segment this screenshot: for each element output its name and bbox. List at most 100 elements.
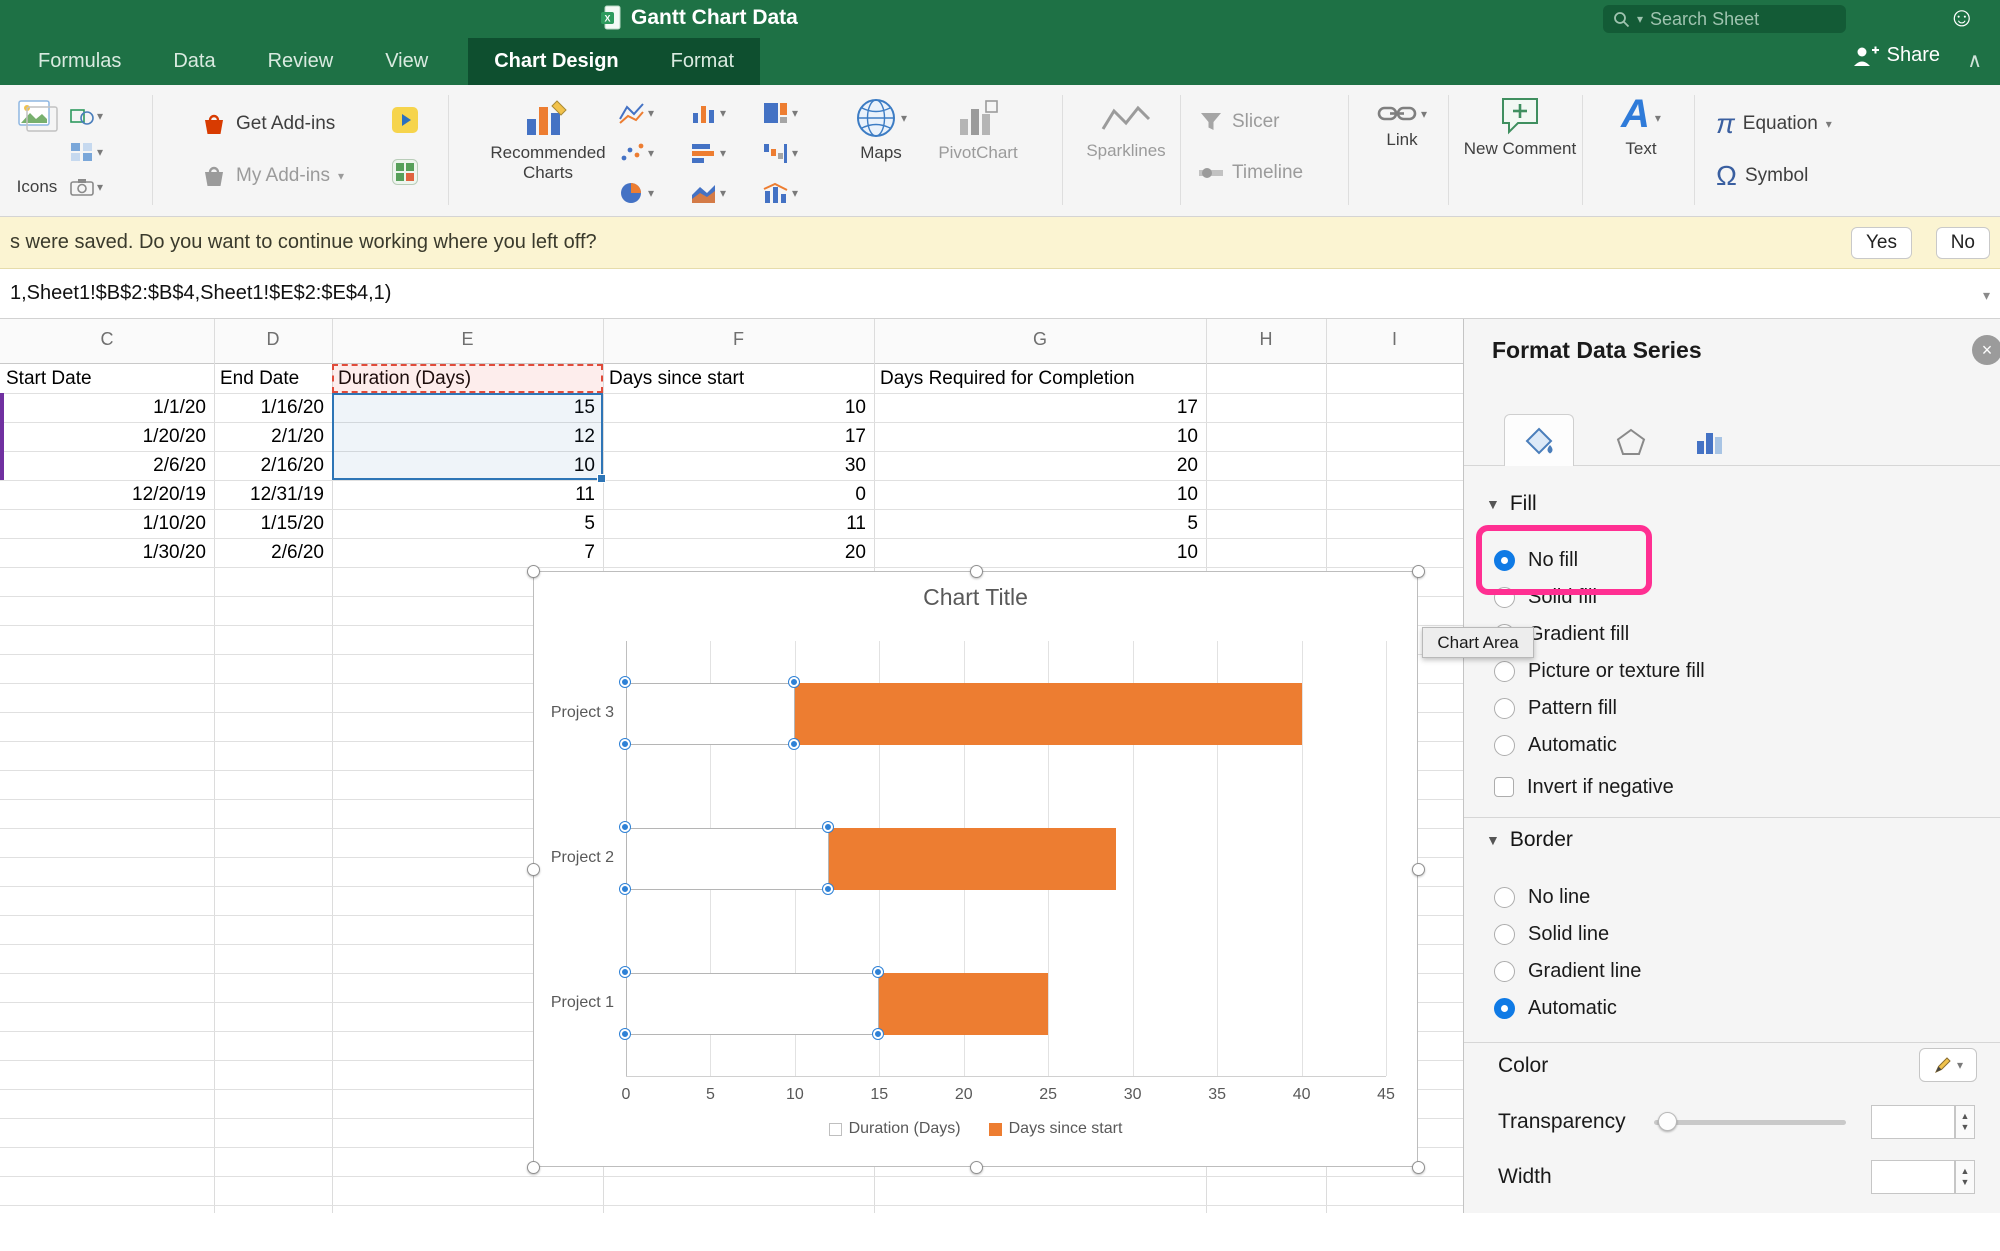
text-button[interactable]: A ▾ Text xyxy=(1598,93,1684,159)
data-cell[interactable]: 10 xyxy=(874,538,1206,567)
fill-section-header[interactable]: ▼ Fill xyxy=(1486,489,1537,519)
border-option-gradient-line[interactable]: Gradient line xyxy=(1494,954,1641,988)
radio-selected-icon[interactable] xyxy=(1494,550,1515,571)
checkbox-unchecked-icon[interactable] xyxy=(1494,777,1514,797)
chart-selection-handle[interactable] xyxy=(970,565,983,578)
data-cell[interactable]: 2/1/20 xyxy=(214,422,332,451)
column-header-F[interactable]: F xyxy=(603,329,874,350)
transparency-slider[interactable] xyxy=(1654,1120,1846,1125)
link-button[interactable]: ▾ Link xyxy=(1362,101,1442,150)
symbol-button[interactable]: Ω Symbol xyxy=(1716,160,1808,192)
step-down-icon[interactable]: ▼ xyxy=(1961,1122,1970,1133)
slider-knob[interactable] xyxy=(1658,1112,1677,1131)
my-addins-button[interactable]: My Add-ins ▾ xyxy=(200,162,344,190)
chart-selection-handle[interactable] xyxy=(970,1161,983,1174)
maps-button[interactable]: ▾ Maps xyxy=(845,97,917,163)
radio-icon[interactable] xyxy=(1494,587,1515,608)
data-cell[interactable]: 12/31/19 xyxy=(214,480,332,509)
bar-duration-days[interactable] xyxy=(626,973,879,1035)
smartart-button[interactable]: ▾ xyxy=(70,141,103,163)
chart-selection-handle[interactable] xyxy=(1412,863,1425,876)
slicer-button[interactable]: Slicer xyxy=(1198,110,1280,134)
panel-tab-fill-line[interactable] xyxy=(1504,414,1574,466)
collapse-ribbon-icon[interactable]: ∧ xyxy=(1967,48,1982,73)
bar-days-since-start[interactable] xyxy=(795,683,1302,745)
step-down-icon[interactable]: ▼ xyxy=(1961,1177,1970,1188)
hierarchy-chart-button[interactable]: ▾ xyxy=(762,101,798,125)
feedback-smiley-icon[interactable]: ☺ xyxy=(1948,2,1976,33)
data-cell[interactable]: 17 xyxy=(603,422,874,451)
header-cell[interactable]: Start Date xyxy=(0,364,214,393)
data-cell[interactable]: 5 xyxy=(332,509,603,538)
data-cell[interactable]: 10 xyxy=(874,480,1206,509)
fill-option-pattern-fill[interactable]: Pattern fill xyxy=(1494,691,1617,725)
column-header-D[interactable]: D xyxy=(214,329,332,350)
line-chart-button[interactable]: ▾ xyxy=(618,101,654,125)
column-header-H[interactable]: H xyxy=(1206,329,1326,350)
chart-source-range-selection[interactable] xyxy=(332,393,603,480)
data-cell[interactable]: 11 xyxy=(332,480,603,509)
data-cell[interactable]: 11 xyxy=(603,509,874,538)
area-chart-button[interactable]: ▾ xyxy=(690,181,726,205)
column-chart-button[interactable]: ▾ xyxy=(690,101,726,125)
stepper-buttons[interactable]: ▲▼ xyxy=(1955,1105,1975,1139)
data-cell[interactable]: 10 xyxy=(603,393,874,422)
invert-if-negative-option[interactable]: Invert if negative xyxy=(1494,770,1674,804)
fill-option-picture-or-texture-fill[interactable]: Picture or texture fill xyxy=(1494,654,1705,688)
data-cell[interactable]: 5 xyxy=(874,509,1206,538)
data-cell[interactable]: 1/10/20 xyxy=(0,509,214,538)
ribbon-tab-data[interactable]: Data xyxy=(147,38,241,85)
ribbon-tab-view[interactable]: View xyxy=(359,38,454,85)
data-cell[interactable]: 17 xyxy=(874,393,1206,422)
ribbon-tab-review[interactable]: Review xyxy=(242,38,360,85)
header-cell[interactable]: Days since start xyxy=(603,364,874,393)
no-button[interactable]: No xyxy=(1936,227,1990,259)
panel-tab-series-options[interactable] xyxy=(1674,419,1744,465)
search-box[interactable]: ▾ Search Sheet xyxy=(1603,5,1846,33)
radio-icon[interactable] xyxy=(1494,961,1515,982)
radio-icon[interactable] xyxy=(1494,698,1515,719)
border-section-header[interactable]: ▼ Border xyxy=(1486,825,1573,855)
data-cell[interactable]: 12/20/19 xyxy=(0,480,214,509)
equation-button[interactable]: π Equation ▾ xyxy=(1716,108,1832,140)
border-color-button[interactable]: ▾ xyxy=(1919,1048,1977,1082)
screenshot-button[interactable]: ▾ xyxy=(70,177,103,197)
width-input[interactable]: ▲▼ xyxy=(1871,1160,1955,1194)
formula-text[interactable]: 1,Sheet1!$B$2:$B$4,Sheet1!$E$2:$E$4,1) xyxy=(10,282,391,305)
chart-selection-handle[interactable] xyxy=(527,1161,540,1174)
data-cell[interactable]: 20 xyxy=(603,538,874,567)
formula-bar-caret-icon[interactable]: ▾ xyxy=(1983,287,1990,304)
fill-option-no-fill[interactable]: No fill xyxy=(1494,543,1578,577)
column-header-G[interactable]: G xyxy=(874,329,1206,350)
border-option-no-line[interactable]: No line xyxy=(1494,880,1590,914)
formula-bar[interactable]: 1,Sheet1!$B$2:$B$4,Sheet1!$E$2:$E$4,1) ▾ xyxy=(0,269,2000,319)
data-cell[interactable]: 30 xyxy=(603,451,874,480)
timeline-button[interactable]: Timeline xyxy=(1198,162,1303,184)
data-cell[interactable]: 2/6/20 xyxy=(214,538,332,567)
data-cell[interactable]: 1/16/20 xyxy=(214,393,332,422)
chart-title[interactable]: Chart Title xyxy=(534,584,1417,611)
selection-fill-handle[interactable] xyxy=(597,474,606,483)
stepper-buttons[interactable]: ▲▼ xyxy=(1955,1160,1975,1194)
addin-shortcut-button-2[interactable] xyxy=(392,159,418,185)
data-cell[interactable]: 2/16/20 xyxy=(214,451,332,480)
step-up-icon[interactable]: ▲ xyxy=(1961,1166,1970,1177)
panel-close-button[interactable]: × xyxy=(1972,335,2000,365)
radio-icon[interactable] xyxy=(1494,887,1515,908)
addin-shortcut-button[interactable] xyxy=(392,107,418,133)
fill-option-automatic[interactable]: Automatic xyxy=(1494,728,1617,762)
ribbon-tab-chart-design[interactable]: Chart Design xyxy=(468,38,644,85)
pivotchart-button[interactable]: PivotChart xyxy=(928,97,1028,163)
data-cell[interactable]: 20 xyxy=(874,451,1206,480)
data-cell[interactable]: 10 xyxy=(874,422,1206,451)
header-cell[interactable]: End Date xyxy=(214,364,332,393)
waterfall-chart-button[interactable]: ▾ xyxy=(762,141,798,165)
radio-icon[interactable] xyxy=(1494,735,1515,756)
radio-icon[interactable] xyxy=(1494,661,1515,682)
chart-legend[interactable]: Duration (Days)Days since start xyxy=(534,1120,1417,1138)
spreadsheet-grid[interactable]: Chart Title 051015202530354045Project 3P… xyxy=(0,319,1463,1213)
bar-duration-days[interactable] xyxy=(626,683,795,745)
header-cell[interactable]: Days Required for Completion xyxy=(874,364,1206,393)
sparklines-button[interactable]: Sparklines xyxy=(1076,103,1176,161)
data-cell[interactable]: 1/15/20 xyxy=(214,509,332,538)
